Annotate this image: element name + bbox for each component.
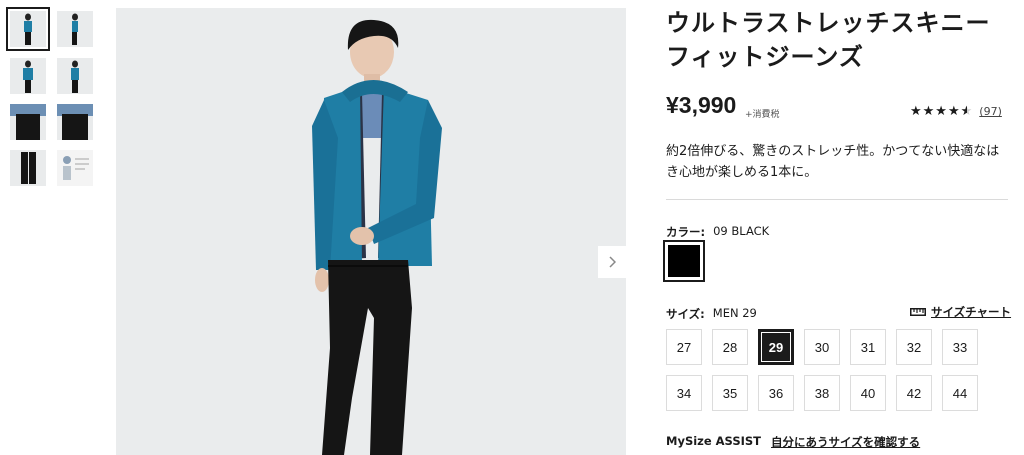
size-option-44[interactable]: 44	[942, 375, 978, 411]
ruler-icon	[910, 308, 926, 316]
size-option-32[interactable]: 32	[896, 329, 932, 365]
chevron-right-icon	[609, 256, 616, 268]
thumbnail-7[interactable]	[10, 150, 46, 186]
size-option-33[interactable]: 33	[942, 329, 978, 365]
size-option-30[interactable]: 30	[804, 329, 840, 365]
main-product-image	[116, 8, 626, 455]
thumbnail-4[interactable]	[57, 58, 93, 94]
rating-stars-fill: ★★★★★	[910, 104, 967, 119]
product-description: 約2倍伸びる、驚きのストレッチ性。かつてない快適なはき心地が楽しめる1本に。	[666, 144, 1000, 180]
size-label-row: サイズ: MEN 29	[666, 306, 757, 322]
thumbnail-8[interactable]	[57, 150, 93, 186]
product-rating: ★★★★★ ★★★★★ (97)	[910, 104, 1002, 119]
color-label-row: カラー: 09 BLACK	[666, 224, 769, 240]
product-title: ウルトラストレッチスキニー フィットジーンズ	[666, 6, 1016, 74]
thumbnail-1[interactable]	[6, 7, 50, 51]
size-label: サイズ:	[666, 307, 705, 321]
divider	[666, 199, 1008, 200]
size-option-27[interactable]: 27	[666, 329, 702, 365]
size-option-28[interactable]: 28	[712, 329, 748, 365]
size-option-29[interactable]: 29	[758, 329, 794, 365]
size-option-38[interactable]: 38	[804, 375, 840, 411]
product-title-line1: ウルトラストレッチスキニー	[666, 9, 991, 37]
size-option-31[interactable]: 31	[850, 329, 886, 365]
review-count-link[interactable]: (97)	[979, 105, 1002, 118]
size-options: 27 28 29 30 31 32 33 34 35 36 38 40 42 44	[666, 329, 978, 411]
mysize-link[interactable]: 自分にあうサイズを確認する	[771, 434, 920, 450]
size-option-35[interactable]: 35	[712, 375, 748, 411]
size-selected-value: MEN 29	[712, 306, 757, 320]
thumbnail-3[interactable]	[10, 58, 46, 94]
size-chart-label: サイズチャート	[931, 305, 1012, 319]
mysize-label: MySize ASSIST	[666, 434, 762, 448]
product-price: ¥3,990	[666, 92, 737, 118]
color-label: カラー:	[666, 225, 706, 239]
next-image-button[interactable]	[598, 246, 626, 278]
thumbnail-6[interactable]	[57, 104, 93, 140]
thumbnail-2[interactable]	[57, 11, 93, 47]
size-chart-link[interactable]: サイズチャート	[910, 304, 1011, 320]
size-option-36[interactable]: 36	[758, 375, 794, 411]
mysize-assist: MySize ASSIST 自分にあうサイズを確認する	[666, 434, 920, 450]
size-option-40[interactable]: 40	[850, 375, 886, 411]
product-title-line2: フィットジーンズ	[666, 43, 864, 71]
thumbnail-5[interactable]	[10, 104, 46, 140]
rating-stars: ★★★★★ ★★★★★	[910, 104, 973, 119]
color-swatch-black[interactable]	[663, 240, 705, 282]
color-selected-value: 09 BLACK	[713, 224, 770, 238]
size-option-42[interactable]: 42	[896, 375, 932, 411]
tax-note: +消費税	[745, 110, 780, 120]
size-option-34[interactable]: 34	[666, 375, 702, 411]
